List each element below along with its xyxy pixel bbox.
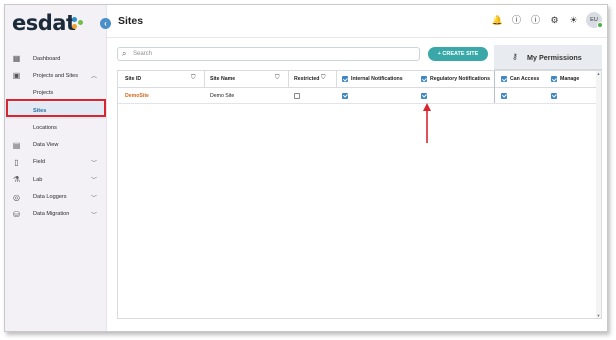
top-bar: Sites 🔔 ⓘ ⓘ ⚙ ☀ EU: [107, 5, 607, 38]
sidebar-item-data-migration[interactable]: ⛁ Data Migration ﹀: [5, 206, 106, 223]
my-permissions-header: ⚷ My Permissions: [494, 45, 602, 70]
sidebar-item-label: Dashboard: [33, 55, 61, 62]
projects-icon: ▣: [12, 71, 21, 81]
sidebar-item-label: Data View: [33, 142, 59, 149]
filter-icon[interactable]: ⛉: [321, 75, 326, 82]
site-id-link[interactable]: DemoSite: [125, 88, 149, 103]
can-access-checkbox[interactable]: [501, 92, 507, 99]
sidebar-item-lab[interactable]: ⚗ Lab ﹀: [5, 171, 106, 188]
help-icon[interactable]: ⓘ: [510, 14, 523, 27]
search-placeholder: Search: [133, 51, 153, 57]
sidebar-item-label: Data Loggers: [33, 194, 67, 201]
theme-toggle-icon[interactable]: ☀: [567, 14, 580, 27]
dashboard-icon: ▦: [12, 54, 21, 64]
sidebar-item-label: Locations: [33, 124, 57, 131]
chevron-up-icon: ︿: [91, 74, 98, 81]
highlight-box: [6, 99, 106, 117]
collapse-sidebar-button[interactable]: ‹: [100, 18, 111, 29]
chevron-down-icon: ﹀: [91, 195, 98, 202]
bell-icon[interactable]: 🔔: [491, 14, 504, 27]
search-input[interactable]: ⌕ Search: [117, 47, 420, 61]
logo-dots: [72, 17, 86, 31]
checkbox-icon[interactable]: [501, 76, 507, 82]
chevron-down-icon: ﹀: [91, 212, 98, 219]
checkbox-icon[interactable]: [342, 76, 348, 82]
filter-icon[interactable]: ⛉: [191, 75, 196, 82]
permissions-title: My Permissions: [527, 53, 582, 62]
sidebar-item-label: Lab: [33, 176, 43, 183]
content-panel: ⌕ Search + CREATE SITE ⚷ My Permissions …: [114, 45, 604, 321]
main-area: Sites 🔔 ⓘ ⓘ ⚙ ☀ EU ⌕ Search + CREATE SIT…: [106, 5, 607, 331]
flask-icon: ⚗: [12, 175, 21, 185]
app-window: esdat ▦ Dashboard ▣ Projects and Sites ︿…: [4, 4, 608, 332]
column-divider: [336, 71, 337, 88]
sidebar-item-projects-and-sites[interactable]: ▣ Projects and Sites ︿: [5, 67, 106, 84]
checkbox-icon[interactable]: [551, 76, 557, 82]
top-icons: 🔔 ⓘ ⓘ ⚙ ☀ EU: [491, 12, 603, 28]
filter-icon[interactable]: ⛉: [275, 75, 280, 82]
restricted-cell[interactable]: [294, 88, 303, 103]
chevron-down-icon: ﹀: [91, 178, 98, 185]
table-icon: ▤: [12, 140, 21, 150]
database-icon: ⛁: [13, 209, 20, 219]
sidebar-item-label: Field: [33, 159, 46, 166]
column-header-internal-notifications[interactable]: Internal Notifications: [342, 71, 403, 87]
sidebar-item-dashboard[interactable]: ▦ Dashboard: [5, 50, 106, 67]
search-icon: ⌕: [122, 49, 127, 58]
sidebar-item-label: Data Migration: [33, 211, 70, 218]
table-row[interactable]: DemoSite Demo Site: [118, 88, 601, 104]
column-header-manage[interactable]: Manage: [551, 71, 579, 87]
column-divider: [288, 71, 289, 88]
sidebar-nav: ▦ Dashboard ▣ Projects and Sites ︿ Proje…: [5, 50, 106, 223]
settings-icon[interactable]: ⚙: [548, 14, 561, 27]
internal-notifications-cell[interactable]: [342, 88, 351, 103]
column-header-site-name[interactable]: Site Name: [210, 71, 235, 87]
create-site-button[interactable]: + CREATE SITE: [428, 47, 488, 61]
logger-icon: ◎: [13, 192, 20, 202]
info-icon[interactable]: ⓘ: [529, 14, 542, 27]
sidebar-item-locations[interactable]: Locations: [5, 119, 106, 136]
column-header-restricted[interactable]: Restricted: [294, 71, 319, 87]
regulatory-notifications-cell[interactable]: [421, 88, 430, 103]
manage-cell[interactable]: [551, 88, 560, 103]
chevron-down-icon: ﹀: [91, 160, 98, 167]
manage-checkbox[interactable]: [551, 92, 557, 99]
annotation-arrow-icon: [423, 103, 431, 143]
column-header-can-access[interactable]: Can Access: [501, 71, 539, 87]
phone-icon: ▯: [14, 157, 19, 167]
column-divider: [204, 71, 205, 88]
table-header-row: Site ID ⛉ Site Name ⛉ Restricted ⛉ Inter…: [118, 71, 601, 88]
sidebar-item-data-loggers[interactable]: ◎ Data Loggers ﹀: [5, 188, 106, 205]
restricted-checkbox[interactable]: [294, 92, 300, 99]
can-access-cell[interactable]: [501, 88, 510, 103]
internal-notifications-checkbox[interactable]: [342, 92, 348, 99]
key-icon: ⚷: [512, 52, 518, 61]
site-name-cell: Demo Site: [210, 92, 235, 99]
sidebar-item-label: Projects and Sites: [33, 72, 79, 79]
sidebar-item-field[interactable]: ▯ Field ﹀: [5, 154, 106, 171]
regulatory-notifications-checkbox[interactable]: [421, 92, 427, 99]
scroll-up-icon[interactable]: ▲: [596, 71, 601, 76]
sidebar: esdat ▦ Dashboard ▣ Projects and Sites ︿…: [5, 5, 106, 331]
sidebar-item-label: Projects: [33, 90, 54, 97]
scrollbar[interactable]: ▲ ▼: [596, 71, 601, 318]
page-title: Sites: [118, 15, 144, 27]
sidebar-item-data-view[interactable]: ▤ Data View: [5, 136, 106, 153]
app-logo[interactable]: esdat: [12, 11, 76, 35]
sites-table: Site ID ⛉ Site Name ⛉ Restricted ⛉ Inter…: [117, 70, 602, 319]
column-header-regulatory-notifications[interactable]: Regulatory Notifications: [421, 71, 490, 87]
scroll-down-icon[interactable]: ▼: [596, 313, 601, 318]
column-header-site-id[interactable]: Site ID: [125, 71, 141, 87]
checkbox-icon[interactable]: [421, 76, 427, 82]
avatar[interactable]: EU: [586, 12, 603, 28]
